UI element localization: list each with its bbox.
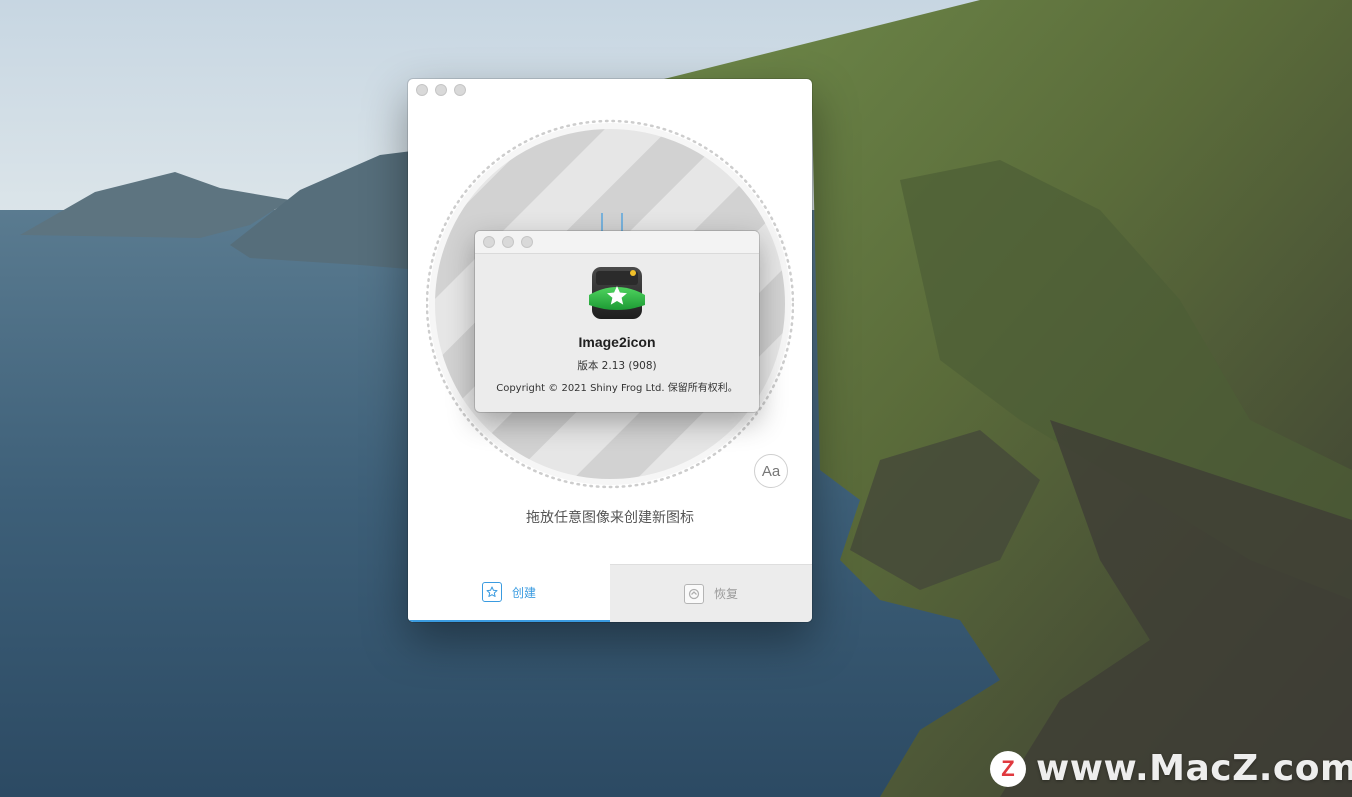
about-zoom-button[interactable] — [521, 236, 533, 248]
app-version: 版本 2.13 (908) — [577, 360, 657, 372]
app-name: Image2icon — [578, 334, 656, 350]
about-titlebar — [475, 231, 759, 254]
font-button[interactable]: Aa — [754, 454, 788, 488]
drop-hint: 拖放任意图像来创建新图标 — [526, 510, 694, 526]
close-button[interactable] — [416, 84, 428, 96]
restore-icon — [683, 583, 704, 604]
watermark-text: www.MacZ.com — [1036, 748, 1352, 789]
window-controls — [416, 84, 466, 96]
tab-restore-label: 恢复 — [713, 587, 738, 601]
watermark-logo: Z — [990, 750, 1026, 787]
about-close-button[interactable] — [483, 236, 495, 248]
zoom-button[interactable] — [454, 84, 466, 96]
about-dialog: Image2icon 版本 2.13 (908) Copyright © 202… — [475, 231, 759, 412]
about-minimize-button[interactable] — [502, 236, 514, 248]
app-icon — [587, 265, 647, 321]
tab-create-label: 创建 — [511, 585, 536, 600]
mode-tab-bar: 创建 恢复 — [408, 564, 812, 622]
star-icon — [481, 582, 502, 602]
about-window-controls — [483, 236, 533, 248]
tab-restore[interactable]: 恢复 — [610, 564, 812, 622]
tab-create[interactable]: 创建 — [408, 564, 610, 622]
minimize-button[interactable] — [435, 84, 447, 96]
site-watermark: Z www.MacZ.com — [990, 748, 1352, 789]
app-copyright: Copyright © 2021 Shiny Frog Ltd. 保留所有权利。 — [496, 383, 738, 394]
